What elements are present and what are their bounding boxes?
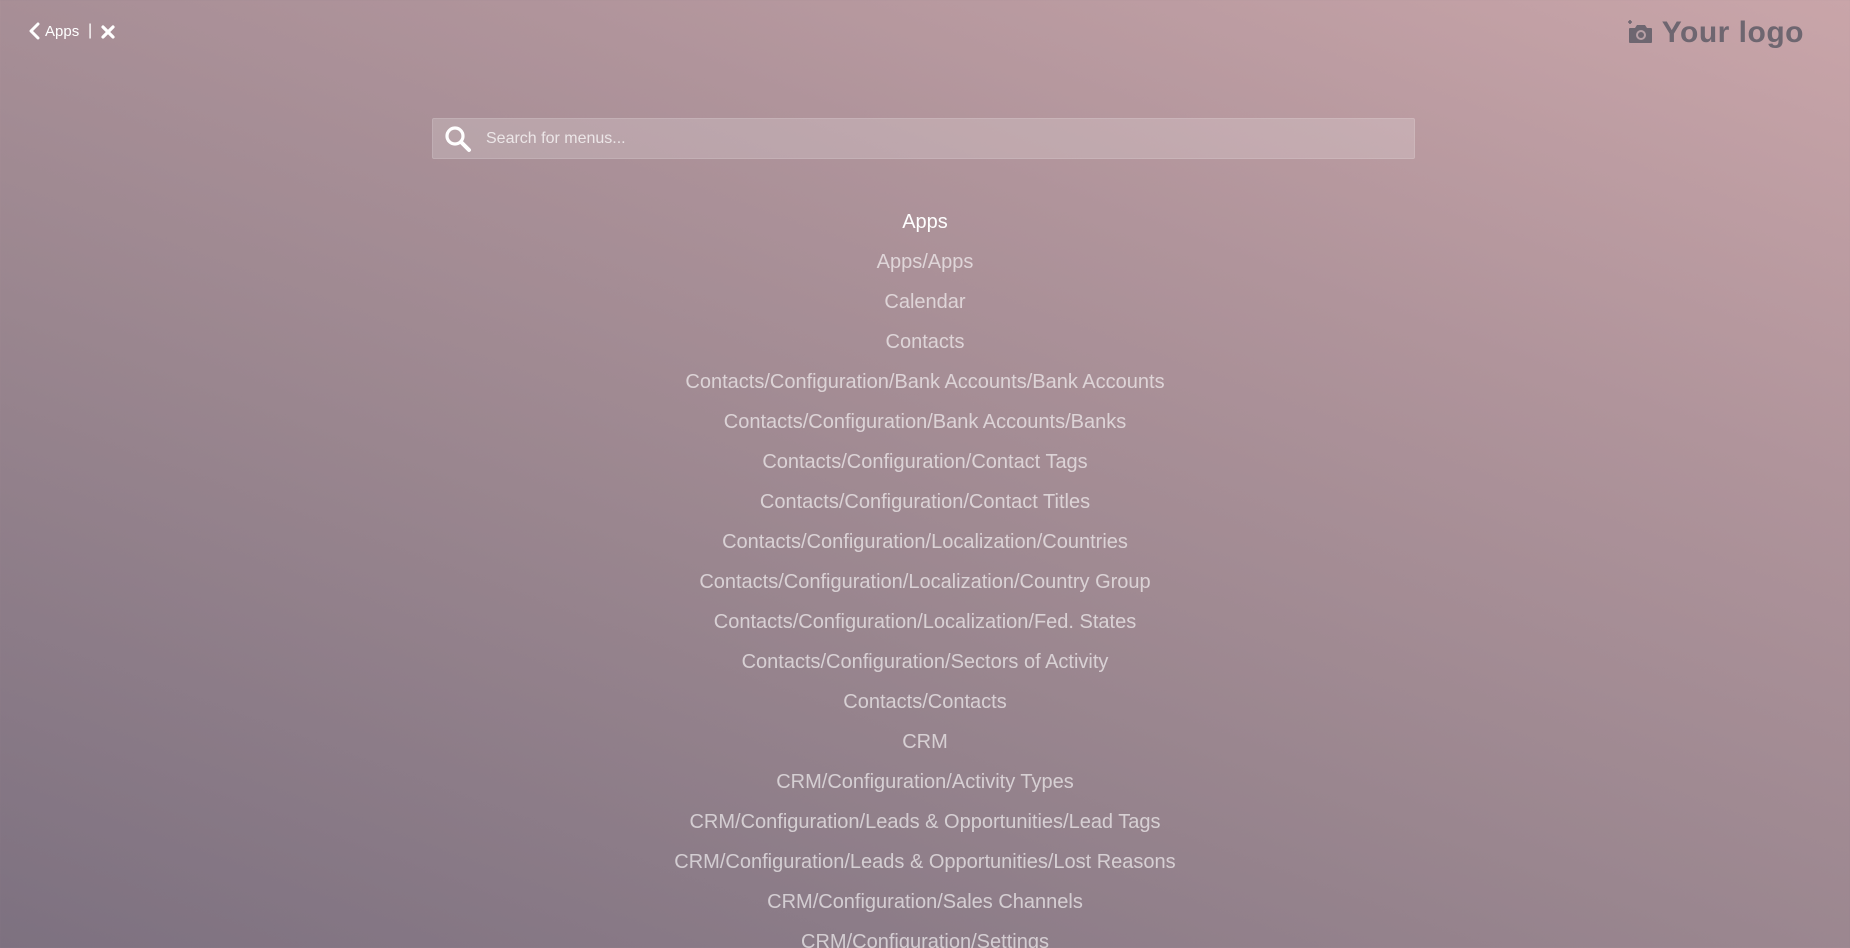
menu-item[interactable]: CRM/Configuration/Activity Types (0, 762, 1850, 802)
menu-item[interactable]: CRM/Configuration/Settings (0, 922, 1850, 948)
company-logo: Your logo (1626, 16, 1804, 50)
menu-search-input[interactable] (484, 118, 1414, 159)
logo-text: Your logo (1661, 16, 1804, 49)
close-button[interactable] (100, 24, 118, 42)
menu-item[interactable]: CRM/Configuration/Leads & Opportunities/… (0, 842, 1850, 882)
menu-item[interactable]: Contacts (0, 322, 1850, 362)
menu-results-list: Apps Apps/Apps Calendar Contacts Contact… (0, 202, 1850, 948)
menu-item[interactable]: CRM/Configuration/Leads & Opportunities/… (0, 802, 1850, 842)
menu-item[interactable]: Contacts/Configuration/Contact Titles (0, 482, 1850, 522)
menu-item[interactable]: Calendar (0, 282, 1850, 322)
menu-item[interactable]: Contacts/Configuration/Localization/Coun… (0, 522, 1850, 562)
menu-item[interactable]: Contacts/Contacts (0, 682, 1850, 722)
menu-item[interactable]: CRM (0, 722, 1850, 762)
close-icon (101, 25, 115, 39)
chevron-left-icon (29, 22, 40, 40)
menu-search-bar (432, 118, 1415, 159)
camera-icon (1627, 20, 1652, 43)
menu-item[interactable]: Contacts/Configuration/Sectors of Activi… (0, 642, 1850, 682)
menu-item[interactable]: Contacts/Configuration/Bank Accounts/Ban… (0, 362, 1850, 402)
back-link-label: Apps (45, 22, 80, 40)
menu-item[interactable]: Contacts/Configuration/Localization/Fed.… (0, 602, 1850, 642)
back-to-apps-link[interactable]: Apps (28, 22, 79, 40)
separator: | (88, 22, 93, 39)
top-bar: Apps | Your logo (0, 0, 1850, 68)
menu-item[interactable]: Contacts/Configuration/Bank Accounts/Ban… (0, 402, 1850, 442)
menu-item[interactable]: Apps/Apps (0, 242, 1850, 282)
menu-item[interactable]: Contacts/Configuration/Localization/Coun… (0, 562, 1850, 602)
menu-item[interactable]: CRM/Configuration/Sales Channels (0, 882, 1850, 922)
menu-item[interactable]: Apps (0, 202, 1850, 242)
menu-item[interactable]: Contacts/Configuration/Contact Tags (0, 442, 1850, 482)
search-icon (445, 125, 471, 152)
